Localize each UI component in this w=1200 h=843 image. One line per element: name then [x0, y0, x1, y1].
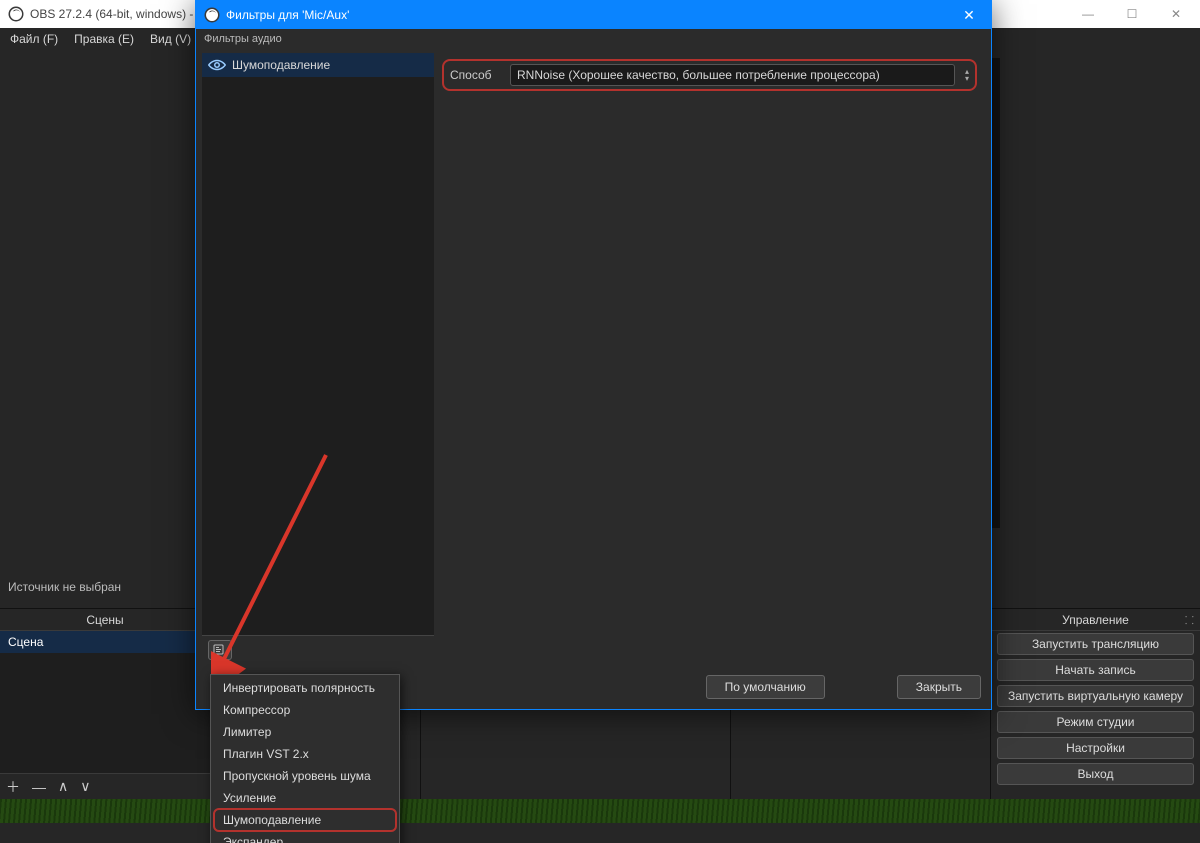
filter-item-label: Шумоподавление [232, 58, 330, 72]
dialog-body: Фильтры аудио Шумоподавление [196, 29, 991, 709]
scenes-header-label: Сцены [86, 613, 123, 627]
controls-header-label: Управление [1062, 613, 1129, 627]
exit-button[interactable]: Выход [997, 763, 1194, 785]
menu-item-compressor[interactable]: Компрессор [211, 699, 399, 721]
menu-item-expander[interactable]: Экспандер [211, 831, 399, 843]
scene-up-button[interactable]: ∧ [58, 778, 68, 795]
add-filter-button[interactable] [208, 640, 232, 660]
start-streaming-button[interactable]: Запустить трансляцию [997, 633, 1194, 655]
scene-down-button[interactable]: ∨ [80, 778, 90, 795]
eye-icon[interactable] [208, 59, 226, 71]
menu-file[interactable]: Файл (F) [4, 30, 64, 48]
scene-item[interactable]: Сцена [0, 631, 210, 653]
popout-icon[interactable]: ⸬ [1185, 613, 1194, 628]
filter-item-noise-suppression[interactable]: Шумоподавление [202, 53, 434, 77]
dialog-title-text: Фильтры для 'Mic/Aux' [226, 8, 349, 22]
obs-main-window: OBS 27.2.4 (64-bit, windows) - П — ☐ ✕ Ф… [0, 0, 1200, 843]
defaults-button[interactable]: По умолчанию [706, 675, 825, 699]
filter-properties: Способ RNNoise (Хорошее качество, больше… [434, 53, 985, 663]
close-button[interactable]: ✕ [1154, 0, 1198, 28]
dialog-close-button[interactable]: ✕ [955, 7, 983, 24]
audio-filters-label: Фильтры аудио [196, 29, 991, 49]
studio-mode-button[interactable]: Режим студии [997, 711, 1194, 733]
obs-logo-icon [8, 6, 24, 22]
obs-logo-icon [204, 7, 220, 23]
dialog-title-bar[interactable]: Фильтры для 'Mic/Aux' ✕ [196, 1, 991, 29]
start-recording-button[interactable]: Начать запись [997, 659, 1194, 681]
remove-scene-button[interactable]: — [32, 779, 46, 795]
menu-view[interactable]: Вид (V) [144, 30, 197, 48]
minimize-button[interactable]: — [1066, 0, 1110, 28]
dialog-columns: Шумоподавление Способ RNNoise (Хорошее к… [202, 53, 985, 663]
controls-dock: Управление ⸬ Запустить трансляцию Начать… [990, 608, 1200, 799]
settings-button[interactable]: Настройки [997, 737, 1194, 759]
scenes-header: Сцены ⸬ [0, 609, 210, 631]
menu-item-gain[interactable]: Усиление [211, 787, 399, 809]
filter-list-toolbar [202, 635, 434, 663]
window-buttons: — ☐ ✕ [1066, 0, 1198, 28]
menu-item-invert-polarity[interactable]: Инвертировать полярность [211, 677, 399, 699]
scenes-list[interactable]: Сцена [0, 631, 210, 773]
menu-item-vst[interactable]: Плагин VST 2.x [211, 743, 399, 765]
menu-item-noise-suppression[interactable]: Шумоподавление [215, 810, 395, 830]
method-select[interactable]: RNNoise (Хорошее качество, большее потре… [510, 64, 955, 86]
filters-dialog: Фильтры для 'Mic/Aux' ✕ Фильтры аудио Шу… [195, 0, 992, 710]
main-title-text: OBS 27.2.4 (64-bit, windows) - П [30, 7, 205, 21]
maximize-button[interactable]: ☐ [1110, 0, 1154, 28]
taskbar-grass [0, 799, 1200, 823]
close-dialog-button[interactable]: Закрыть [897, 675, 981, 699]
filter-list-spacer [202, 77, 434, 635]
chevron-updown-icon: ▴▾ [965, 68, 969, 82]
start-vcam-button[interactable]: Запустить виртуальную камеру [997, 685, 1194, 707]
filter-list: Шумоподавление [202, 53, 434, 663]
add-scene-button[interactable]: ＋ [6, 777, 20, 797]
method-row-highlight: Способ RNNoise (Хорошее качество, больше… [442, 59, 977, 91]
menu-item-noise-gate[interactable]: Пропускной уровень шума [211, 765, 399, 787]
add-filter-icon [213, 644, 227, 656]
controls-header: Управление ⸬ [991, 609, 1200, 631]
add-filter-context-menu: Инвертировать полярность Компрессор Лими… [210, 674, 400, 843]
method-label: Способ [450, 68, 500, 82]
menu-item-limiter[interactable]: Лимитер [211, 721, 399, 743]
menu-edit[interactable]: Правка (E) [68, 30, 140, 48]
scenes-toolbar: ＋ — ∧ ∨ [0, 773, 210, 799]
status-bar: ((●)) LIVE: 00:00:00 REC: 00:00:00 CPU: … [0, 799, 1200, 843]
method-selected-value: RNNoise (Хорошее качество, большее потре… [517, 68, 880, 82]
scenes-dock: Сцены ⸬ Сцена ＋ — ∧ ∨ [0, 608, 210, 799]
